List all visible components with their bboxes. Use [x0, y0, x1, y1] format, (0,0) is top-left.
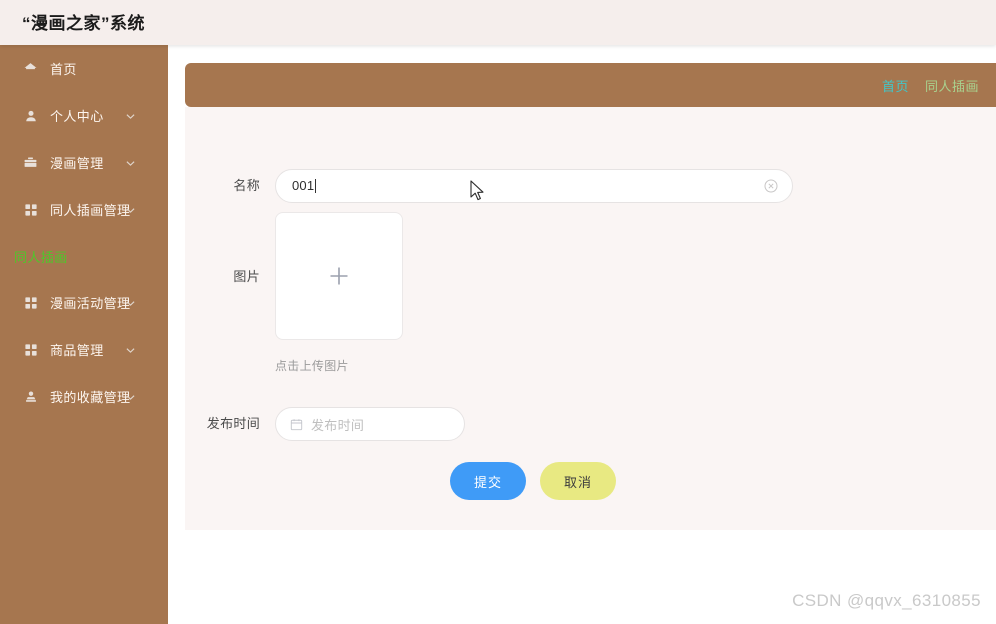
app-root: “漫画之家”系统 首页 个人中心 漫画管理 同人插画管理 同人插画 漫画活动管理… — [0, 0, 996, 624]
breadcrumb-home-link[interactable]: 首页 — [882, 76, 909, 95]
sidebar-label: 漫画管理 — [50, 156, 104, 171]
name-input-value: 001 — [292, 178, 315, 193]
watermark: CSDN @qqvx_6310855 — [792, 591, 981, 610]
grid-icon — [22, 201, 39, 218]
chevron-down-icon — [126, 160, 135, 168]
sidebar-label: 我的收藏管理 — [50, 390, 131, 405]
sidebar-label: 首页 — [50, 62, 77, 77]
sidebar-label: 商品管理 — [50, 343, 104, 358]
form-panel: 名称 001 图片 点击上传图片 发布时间 发布时间 提交 取消 — [185, 107, 996, 530]
form-row-name: 名称 001 — [185, 169, 793, 203]
upload-hint: 点击上传图片 — [275, 359, 349, 373]
image-upload-box[interactable] — [275, 212, 403, 340]
sidebar-item-comic-management[interactable]: 漫画管理 — [0, 139, 168, 186]
chevron-down-icon — [126, 113, 135, 121]
date-label: 发布时间 — [206, 416, 260, 431]
main-content: 首页  同人插画 名称 001 图片 — [168, 45, 996, 624]
chevron-down-icon — [126, 207, 135, 215]
circle-close-icon[interactable] — [764, 179, 778, 193]
publish-date-placeholder: 发布时间 — [311, 417, 365, 433]
grid-icon — [22, 294, 39, 311]
sidebar-label: 同人插画管理 — [50, 203, 131, 218]
text-caret — [315, 179, 317, 193]
sidebar-item-fanart-management[interactable]: 同人插画管理 — [0, 186, 168, 233]
sidebar-subitem-fanart[interactable]: 同人插画 — [0, 233, 168, 279]
name-label: 名称 — [233, 178, 260, 193]
calendar-icon — [290, 418, 303, 431]
home-icon — [22, 60, 39, 77]
image-label: 图片 — [233, 269, 260, 284]
user-icon — [22, 107, 39, 124]
chevron-down-icon — [126, 300, 135, 308]
breadcrumb: 首页  同人插画 — [185, 63, 996, 107]
app-header: “漫画之家”系统 — [0, 0, 996, 45]
sidebar-item-home[interactable]: 首页 — [0, 45, 168, 92]
sidebar-item-comic-activity-management[interactable]: 漫画活动管理 — [0, 279, 168, 326]
sidebar-item-my-favorites-management[interactable]: 我的收藏管理 — [0, 373, 168, 420]
upload-column: 点击上传图片 — [275, 212, 403, 374]
form-actions: 提交 取消 — [450, 462, 616, 500]
sidebar-label: 漫画活动管理 — [50, 296, 131, 311]
chevron-down-icon — [126, 347, 135, 355]
form-row-date: 发布时间 发布时间 — [185, 407, 465, 441]
sidebar-subitem-label: 同人插画 — [14, 249, 68, 265]
sidebar-item-personal-center[interactable]: 个人中心 — [0, 92, 168, 139]
breadcrumb-current: 同人插画 — [924, 78, 979, 94]
chevron-down-icon — [126, 394, 135, 402]
briefcase-icon — [22, 154, 39, 171]
collect-icon — [22, 388, 39, 405]
publish-date-input[interactable]: 发布时间 — [275, 407, 465, 441]
plus-icon — [325, 262, 353, 290]
page-title: “漫画之家”系统 — [22, 14, 145, 33]
grid-icon — [22, 341, 39, 358]
form-row-image: 图片 点击上传图片 — [185, 212, 403, 374]
sidebar-label: 个人中心 — [50, 109, 104, 124]
name-input[interactable]: 001 — [275, 169, 793, 203]
sidebar-item-product-management[interactable]: 商品管理 — [0, 326, 168, 373]
submit-button[interactable]: 提交 — [450, 462, 526, 500]
cancel-button[interactable]: 取消 — [540, 462, 616, 500]
sidebar: 首页 个人中心 漫画管理 同人插画管理 同人插画 漫画活动管理 商品管理 我的收… — [0, 45, 168, 624]
